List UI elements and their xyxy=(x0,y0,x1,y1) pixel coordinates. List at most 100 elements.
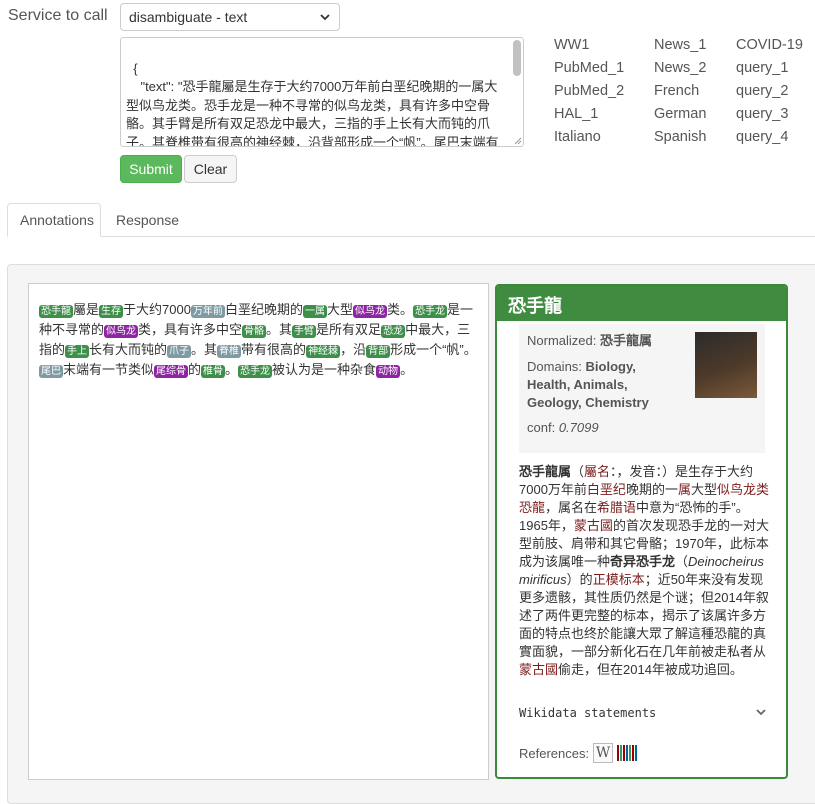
text-fragment: 类，具有许多中空 xyxy=(138,322,243,337)
text-fragment: ，属名在 xyxy=(545,500,598,515)
query-text: { "text": "恐手龍屬是生存于大约7000万年前白垩纪晚期的一属大型似鸟… xyxy=(126,60,499,147)
textarea-scrollbar[interactable] xyxy=(513,40,521,76)
submit-button[interactable]: Submit xyxy=(120,155,182,183)
sample-link[interactable]: PubMed_2 xyxy=(554,82,624,105)
entity-annotation[interactable]: 骨骼 xyxy=(242,325,267,338)
entity-annotation[interactable]: 恐手龍 xyxy=(39,305,73,318)
entity-annotation[interactable]: 恐手龙 xyxy=(412,305,447,318)
entity-annotation[interactable]: 椎骨 xyxy=(201,365,226,378)
entity-annotation[interactable]: 神经棘 xyxy=(306,345,341,358)
query-textarea[interactable]: { "text": "恐手龍屬是生存于大约7000万年前白垩纪晚期的一属大型似鸟… xyxy=(120,37,524,147)
sample-link[interactable]: Italiano xyxy=(554,128,624,151)
sample-link[interactable]: News_2 xyxy=(654,59,706,82)
annotated-text-pane: 恐手龍 屬是 生存 于大约7000 万年前 白垩纪晚期的 一属 大型 似鸟龙 类。 恐手龙 是一种不寻… xyxy=(28,283,489,780)
entity-annotation[interactable]: 生存 xyxy=(99,305,124,318)
text-fragment: ）的 xyxy=(566,572,593,587)
wiki-link[interactable]: 白垩纪 xyxy=(587,482,626,497)
wiki-link[interactable]: 蒙古國 xyxy=(574,518,613,533)
text-fragment: 。 xyxy=(225,362,239,377)
text-fragment: （ xyxy=(675,554,689,569)
sample-link[interactable]: French xyxy=(654,82,706,105)
entity-title: 恐手龍 xyxy=(497,286,786,321)
text-fragment: 于大约7000 xyxy=(123,302,191,317)
sample-link[interactable]: WW1 xyxy=(554,36,624,59)
sample-link[interactable]: Spanish xyxy=(654,128,706,151)
wiki-link[interactable]: 蒙古國 xyxy=(519,662,558,677)
wikidata-icon[interactable] xyxy=(617,745,639,761)
text-fragment: 类。 xyxy=(386,302,413,317)
sample-link[interactable]: News_1 xyxy=(654,36,706,59)
entity-annotation[interactable]: 手上 xyxy=(65,345,90,358)
sample-link[interactable]: HAL_1 xyxy=(554,105,624,128)
text-fragment: 。 xyxy=(400,362,414,377)
sample-link[interactable]: query_2 xyxy=(736,82,803,105)
entity-annotation[interactable]: 似鸟龙 xyxy=(104,325,139,338)
text-fragment: 末端有一节类似 xyxy=(63,362,155,377)
wikidata-statements-toggle[interactable]: Wikidata statements xyxy=(519,706,767,720)
wiki-link[interactable]: 正模标本 xyxy=(593,572,645,587)
bold-term: 奇异恐手龙 xyxy=(610,554,676,569)
entity-annotation[interactable]: 爪子 xyxy=(167,345,192,358)
sample-link[interactable]: query_4 xyxy=(736,128,803,151)
entity-annotation[interactable]: 万年前 xyxy=(190,305,225,318)
resize-grip-icon[interactable] xyxy=(514,137,522,145)
entity-image[interactable] xyxy=(695,332,757,398)
sample-link[interactable]: COVID-19 xyxy=(736,36,803,59)
normalized-value: 恐手龍属 xyxy=(599,333,652,348)
tab-response[interactable]: Response xyxy=(104,203,191,237)
references-label: References: xyxy=(519,745,590,761)
entity-annotation[interactable]: 动物 xyxy=(376,365,401,378)
sample-link[interactable]: PubMed_1 xyxy=(554,59,624,82)
entity-annotation[interactable]: 似鸟龙 xyxy=(352,305,387,318)
sample-column: COVID-19 query_1 query_2 query_3 query_4 xyxy=(736,36,803,151)
text-fragment: 偷走，但在2014年被成功追回。 xyxy=(558,662,743,677)
chevron-down-icon xyxy=(756,709,766,716)
text-fragment: 晚期的一 xyxy=(625,482,678,497)
entity-annotation[interactable]: 尾巴 xyxy=(39,365,63,378)
wiki-link[interactable]: 屬名 xyxy=(584,464,610,479)
text-fragment: 形成一个“帆”。 xyxy=(390,342,477,357)
domains-label: Domains: xyxy=(527,359,582,374)
entity-annotation[interactable]: 手臂 xyxy=(292,325,317,338)
wiki-link[interactable]: 属 xyxy=(678,482,691,497)
entity-info-panel: 恐手龍 Normalized: 恐手龍属 Domains: Biology, H… xyxy=(495,284,788,779)
wiki-link[interactable]: 希腊语 xyxy=(597,500,636,515)
entity-annotation[interactable]: 恐龙 xyxy=(381,325,406,338)
text-fragment: 被认为是一种杂食 xyxy=(272,362,377,377)
entity-annotation[interactable]: 脊椎 xyxy=(217,345,242,358)
text-fragment: 带有很高的 xyxy=(241,342,307,357)
entity-annotation[interactable]: 一属 xyxy=(302,305,327,318)
service-label: Service to call xyxy=(8,7,108,24)
normalized-label: Normalized: xyxy=(527,333,597,348)
conf-label: conf: xyxy=(527,420,556,435)
sample-column: WW1 PubMed_1 PubMed_2 HAL_1 Italiano xyxy=(554,36,624,151)
confidence: conf: 0.7099 xyxy=(527,420,599,435)
sample-link[interactable]: query_1 xyxy=(736,59,803,82)
entity-annotation[interactable]: 恐手龙 xyxy=(238,365,273,378)
wikidata-label: Wikidata statements xyxy=(519,706,657,720)
sample-column: News_1 News_2 French German Spanish xyxy=(654,36,706,151)
sample-link[interactable]: query_3 xyxy=(736,105,803,128)
conf-value: 0.7099 xyxy=(558,420,599,435)
service-select[interactable]: disambiguate - text xyxy=(120,3,340,31)
tab-annotations[interactable]: Annotations xyxy=(7,203,101,237)
clear-button[interactable]: Clear xyxy=(184,155,237,183)
references: References: W xyxy=(519,743,639,763)
entity-annotation[interactable]: 尾综骨 xyxy=(154,365,189,378)
entity-description: 恐手龍属（屬名：，发音：）是生存于大约7000万年前白垩纪晚期的一属大型似鸟龙类… xyxy=(519,463,771,679)
text-fragment: 大型 xyxy=(326,302,353,317)
bold-term: 恐手龍属 xyxy=(519,464,572,479)
sample-link[interactable]: German xyxy=(654,105,706,128)
text-fragment: 大型 xyxy=(690,482,717,497)
chevron-down-icon xyxy=(320,14,330,21)
text-fragment: 。其 xyxy=(266,322,293,337)
entity-annotation[interactable]: 背部 xyxy=(366,345,391,358)
text-fragment: 是所有双足 xyxy=(316,322,382,337)
service-select-value: disambiguate - text xyxy=(129,9,248,25)
wikipedia-icon[interactable]: W xyxy=(593,743,614,763)
text-fragment: ，沿 xyxy=(340,342,367,357)
domains-line: Domains: Biology, Health, Animals, Geolo… xyxy=(527,358,677,412)
text-fragment: （ xyxy=(571,464,585,479)
text-fragment: 的 xyxy=(188,362,202,377)
text-fragment: 白垩纪晚期的 xyxy=(224,302,303,317)
